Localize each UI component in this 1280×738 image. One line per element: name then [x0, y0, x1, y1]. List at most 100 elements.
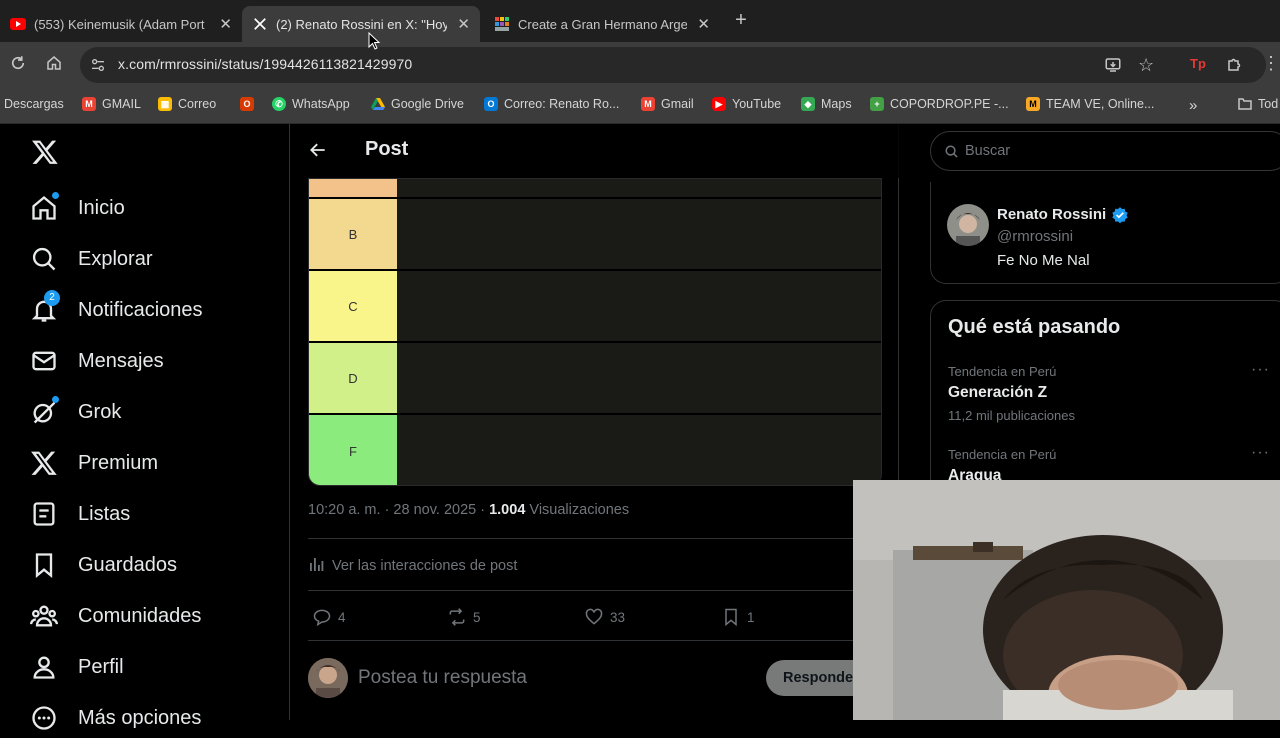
reply-composer: Postea tu respuesta Responder: [308, 658, 882, 702]
nav-item-explorar[interactable]: Explorar: [30, 239, 152, 279]
new-tab-button[interactable]: +: [731, 10, 751, 30]
nav-item-grok[interactable]: Grok: [30, 392, 121, 432]
address-bar[interactable]: x.com/rmrossini/status/19944261138214299…: [80, 47, 1266, 83]
post-timestamp[interactable]: 10:20 a. m. · 28 nov. 2025 ·: [308, 502, 489, 518]
url-text: x.com/rmrossini/status/19944261138214299…: [118, 56, 413, 72]
x-logo-icon: [252, 16, 268, 32]
star-icon[interactable]: ☆: [1138, 55, 1154, 76]
bookmark-label: Descargas: [4, 97, 64, 111]
nav-item-guardados[interactable]: Guardados: [30, 545, 177, 585]
more-options-icon[interactable]: ···: [1251, 444, 1270, 462]
bookmark-label: COPORDROP.PE -...: [890, 97, 1009, 111]
tier-list-image[interactable]: B C D F: [308, 178, 882, 486]
interactions-label: Ver las interacciones de post: [332, 558, 518, 574]
avatar[interactable]: [308, 658, 348, 698]
bookmark-label: WhatsApp: [292, 97, 350, 111]
webcam-overlay: [853, 480, 1280, 720]
nav-label: Mensajes: [78, 349, 164, 372]
nav-item-comunidades[interactable]: Comunidades: [30, 596, 201, 636]
puzzle-icon[interactable]: [1226, 55, 1244, 78]
notification-badge: 2: [44, 290, 60, 306]
bookmark-descargas[interactable]: Descargas: [4, 97, 64, 111]
bookmark-label: Correo: [178, 97, 217, 111]
bookmark-outlook[interactable]: O Correo: Renato Ro...: [484, 97, 619, 111]
communities-icon: [30, 602, 58, 630]
bookmark-gmail[interactable]: M GMAIL: [82, 97, 141, 111]
bookmark-gmail-2[interactable]: M Gmail: [641, 97, 694, 111]
nav-label: Inicio: [78, 196, 125, 219]
nav-item-notificaciones[interactable]: 2 Notificaciones: [30, 290, 203, 330]
bookmark-office[interactable]: O: [240, 97, 260, 111]
nav-item-listas[interactable]: Listas: [30, 494, 130, 534]
search-input[interactable]: Buscar: [930, 131, 1280, 171]
site-settings-icon[interactable]: [90, 57, 106, 78]
nav-label: Perfil: [78, 655, 124, 678]
reply-input[interactable]: Postea tu respuesta: [358, 667, 527, 689]
nav-item-mensajes[interactable]: Mensajes: [30, 341, 164, 381]
like-count: 33: [610, 609, 626, 625]
profile-bio: Fe No Me Nal: [997, 252, 1090, 269]
grok-icon: [30, 396, 59, 426]
profile-card[interactable]: Renato Rossini @rmrossini Fe No Me Nal: [930, 182, 1280, 284]
bookmark-folder[interactable]: Tod: [1238, 97, 1278, 111]
nav-item-inicio[interactable]: Inicio: [30, 188, 125, 228]
nav-label: Guardados: [78, 553, 177, 576]
tab-youtube[interactable]: (553) Keinemusik (Adam Port ✕: [0, 6, 242, 42]
plus-icon: +: [870, 97, 884, 111]
unread-dot: [52, 192, 59, 199]
reload-icon[interactable]: [7, 54, 29, 76]
close-icon[interactable]: ✕: [457, 15, 470, 33]
view-interactions-link[interactable]: Ver las interacciones de post: [308, 556, 517, 576]
back-arrow-icon[interactable]: [308, 140, 328, 165]
close-icon[interactable]: ✕: [219, 15, 232, 33]
repost-action[interactable]: 5: [447, 607, 481, 627]
repost-count: 5: [473, 609, 481, 625]
nav-label: Premium: [78, 451, 159, 474]
menu-icon[interactable]: ⋮: [1262, 53, 1280, 74]
bookmark-maps[interactable]: ◆ Maps: [801, 97, 852, 111]
more-options-icon[interactable]: ···: [1251, 361, 1270, 379]
tab-tiermaker[interactable]: Create a Gran Hermano Argen ✕: [484, 6, 720, 42]
browser-toolbar: x.com/rmrossini/status/19944261138214299…: [0, 42, 1280, 88]
tab-x-post[interactable]: (2) Renato Rossini en X: "Hoy ✕: [242, 6, 480, 42]
extension-tp-icon[interactable]: Tp: [1190, 56, 1206, 71]
nav-item-mas-opciones[interactable]: Más opciones: [30, 698, 201, 738]
reply-action[interactable]: 4: [312, 607, 346, 627]
more-bookmarks-button[interactable]: »: [1189, 97, 1197, 114]
trend-context: Tendencia en Perú: [948, 364, 1057, 379]
mail-icon: [30, 347, 58, 375]
bookmark-youtube[interactable]: ▶ YouTube: [712, 97, 781, 111]
tier-label: C: [309, 271, 397, 341]
close-icon[interactable]: ✕: [697, 15, 710, 33]
profile-name: Renato Rossini: [997, 206, 1107, 223]
bookmark-action[interactable]: 1: [721, 607, 755, 627]
tier-drop-area: [398, 415, 881, 485]
tier-label: F: [309, 415, 397, 485]
search-icon: [944, 144, 959, 164]
home-icon[interactable]: [43, 54, 65, 76]
nav-item-perfil[interactable]: Perfil: [30, 647, 124, 687]
tier-drop-area: [398, 199, 881, 269]
bookmark-correo[interactable]: ▦ Correo: [158, 97, 216, 111]
mouse-cursor-icon: [368, 31, 381, 55]
nav-item-premium[interactable]: Premium: [30, 443, 158, 483]
heart-icon: [585, 608, 603, 625]
bookmark-copordrop[interactable]: + COPORDROP.PE -...: [870, 97, 1009, 111]
office-icon: ▦: [158, 97, 172, 111]
install-app-icon[interactable]: [1104, 56, 1122, 79]
person-icon: [30, 653, 58, 681]
outlook-icon: O: [484, 97, 498, 111]
x-logo-icon[interactable]: [30, 138, 60, 171]
bookmark-whatsapp[interactable]: ✆ WhatsApp: [272, 97, 350, 111]
tier-drop-area: [398, 343, 881, 413]
search-icon: [30, 245, 58, 273]
bookmark-label: Gmail: [661, 97, 694, 111]
bookmark-team-ve[interactable]: M TEAM VE, Online...: [1026, 97, 1154, 111]
like-action[interactable]: 33: [584, 607, 625, 627]
bookmark-google-drive[interactable]: Google Drive: [371, 97, 464, 111]
avatar[interactable]: [947, 204, 989, 246]
trend-item[interactable]: Tendencia en Perú Generación Z 11,2 mil …: [931, 357, 1280, 437]
bell-icon: 2: [30, 290, 60, 324]
divider: [308, 640, 882, 641]
post-meta: 10:20 a. m. · 28 nov. 2025 · 1.004 Visua…: [308, 502, 629, 518]
